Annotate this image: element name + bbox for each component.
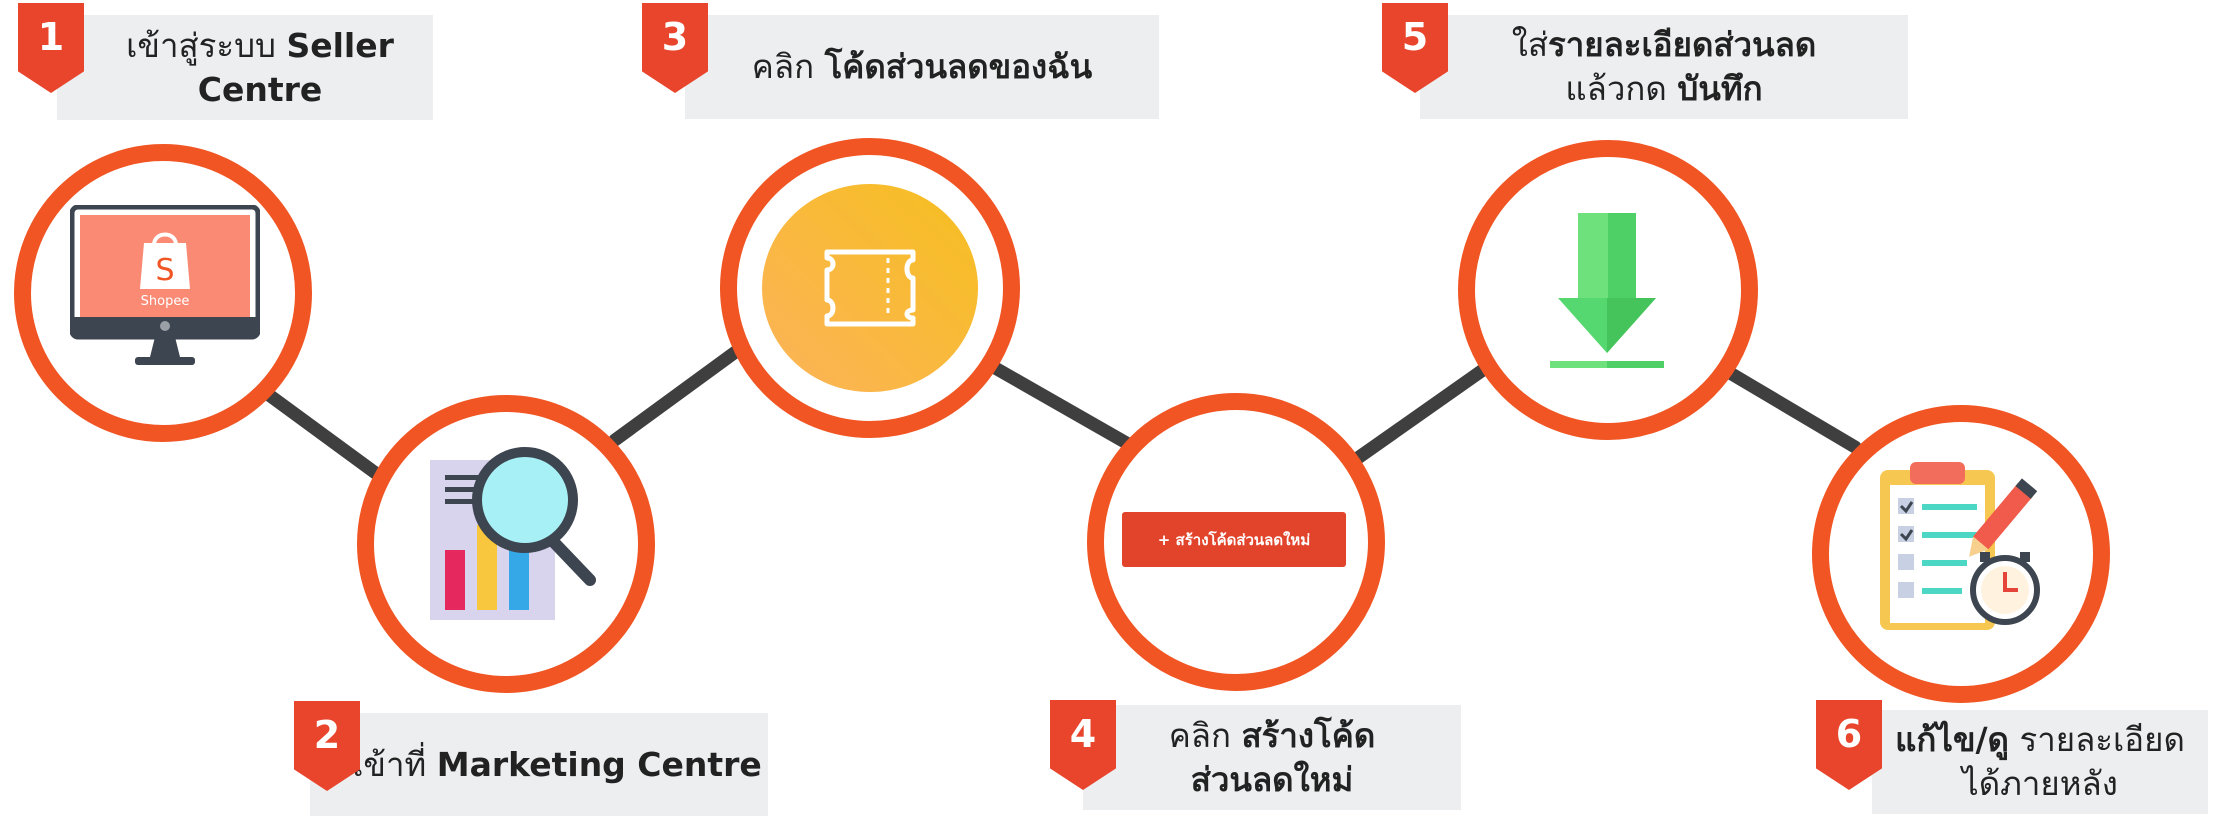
step-5-label: ใส่รายละเอียดส่วนลด แล้วกด บันทึก bbox=[1420, 15, 1908, 119]
connector-lines bbox=[258, 338, 1862, 487]
voucher-ticket-icon bbox=[762, 184, 978, 392]
step-3-label: คลิก โค้ดส่วนลดของฉัน bbox=[685, 15, 1159, 119]
step-4-label: คลิก สร้างโค้ด ส่วนลดใหม่ bbox=[1083, 705, 1461, 810]
svg-text:S: S bbox=[155, 253, 174, 288]
download-arrow-icon bbox=[1550, 213, 1664, 368]
create-new-voucher-button[interactable]: + สร้างโค้ดส่วนลดใหม่ bbox=[1122, 512, 1346, 567]
connector-5-6 bbox=[1718, 363, 1862, 454]
step-1-label: เข้าสู่ระบบ Seller Centre bbox=[57, 15, 433, 120]
connector-3-4 bbox=[983, 358, 1137, 452]
analytics-magnifier-icon bbox=[430, 447, 596, 620]
monitor-shopee-icon: S Shopee bbox=[70, 205, 260, 365]
step-2-label: เข้าที่ Marketing Centre bbox=[310, 713, 768, 816]
checklist-clock-icon bbox=[1880, 462, 2040, 630]
connector-2-3 bbox=[608, 338, 752, 447]
connector-1-2 bbox=[258, 385, 392, 487]
connector-4-5 bbox=[1348, 358, 1497, 467]
svg-text:Shopee: Shopee bbox=[141, 294, 190, 309]
step-6-label: แก้ไข/ดู รายละเอียด ได้ภายหลัง bbox=[1872, 710, 2208, 814]
